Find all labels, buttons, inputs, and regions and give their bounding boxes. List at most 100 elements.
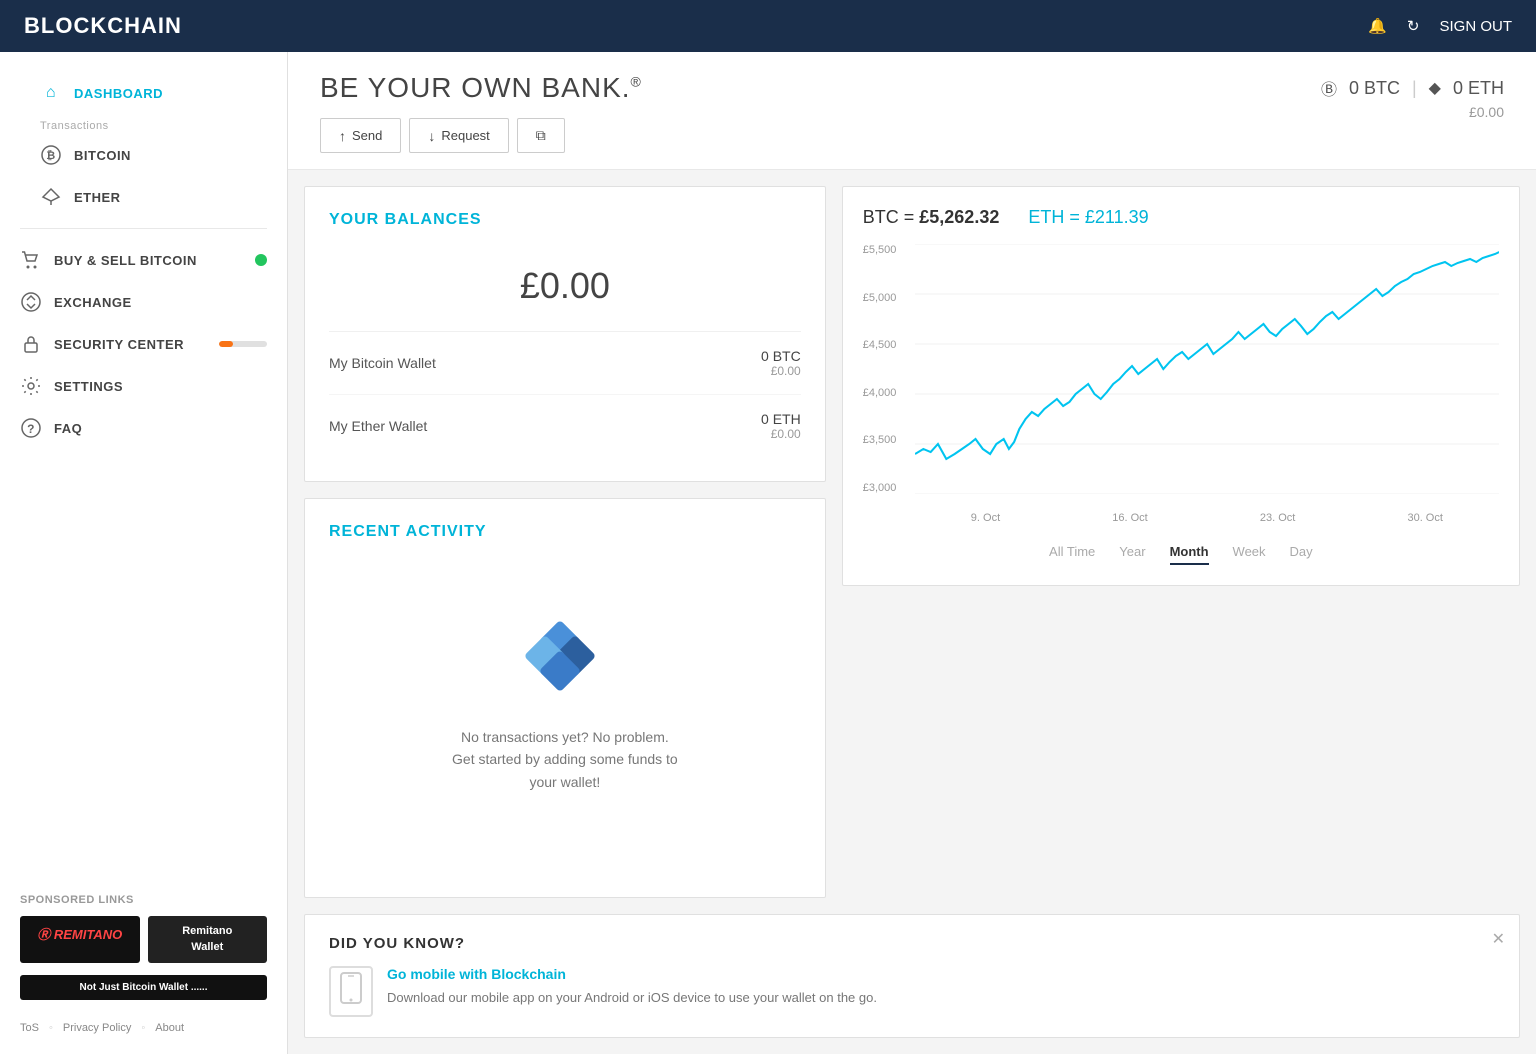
bitcoin-crypto-amount: 0 BTC: [761, 348, 801, 364]
bitcoin-fiat-amount: £0.00: [761, 364, 801, 378]
sign-out-button[interactable]: SIGN OUT: [1439, 18, 1512, 35]
about-link[interactable]: About: [155, 1022, 184, 1034]
security-progress: [219, 341, 267, 347]
tab-month[interactable]: Month: [1170, 544, 1209, 565]
empty-icon-wrap: [525, 621, 605, 706]
footer-links: ToS ◦ Privacy Policy ◦ About: [0, 1010, 287, 1034]
lock-icon: [20, 333, 42, 355]
exchange-icon: [20, 291, 42, 313]
ether-label: ETHER: [74, 190, 121, 205]
sidebar-item-faq[interactable]: ? FAQ: [0, 407, 287, 449]
exchange-label: EXCHANGE: [54, 295, 132, 310]
sidebar-item-settings[interactable]: SETTINGS: [0, 365, 287, 407]
sidebar-top: ⌂ DASHBOARD Transactions ₿ BITCOIN ETHER: [0, 52, 287, 218]
empty-activity-text: No transactions yet? No problem. Get sta…: [452, 726, 678, 793]
y-label-3000: £3,000: [863, 482, 913, 494]
tab-day[interactable]: Day: [1290, 544, 1313, 565]
dyk-row: Go mobile with Blockchain Download our m…: [329, 966, 1495, 1017]
nav-right: 🔔 ↻ SIGN OUT: [1368, 17, 1512, 35]
dyk-description: Download our mobile app on your Android …: [387, 990, 877, 1005]
send-button[interactable]: ↑ Send: [320, 118, 401, 153]
sidebar-item-buy-sell[interactable]: BUY & SELL BITCOIN: [0, 239, 287, 281]
sidebar-item-ether[interactable]: ETHER: [20, 176, 267, 218]
dyk-title: DID YOU KNOW?: [329, 935, 1495, 952]
main-header: BE YOUR OWN BANK.® ↑ Send ↓ Request ⧉: [288, 52, 1536, 170]
content-grid: YOUR BALANCES £0.00 My Bitcoin Wallet 0 …: [288, 170, 1536, 914]
tab-week[interactable]: Week: [1233, 544, 1266, 565]
security-fill: [219, 341, 233, 347]
balance-total: £0.00: [329, 249, 801, 332]
chart-y-labels: £5,500 £5,000 £4,500 £4,000 £3,500 £3,00…: [863, 244, 913, 494]
x-label-9oct: 9. Oct: [971, 512, 1000, 524]
sidebar-item-exchange[interactable]: EXCHANGE: [0, 281, 287, 323]
buy-sell-label: BUY & SELL BITCOIN: [54, 253, 197, 268]
sidebar: ⌂ DASHBOARD Transactions ₿ BITCOIN ETHER: [0, 52, 288, 1054]
svg-text:₿: ₿: [46, 150, 55, 162]
dyk-link[interactable]: Go mobile with Blockchain: [387, 966, 1495, 982]
brand-logo: BLOCKCHAIN: [24, 13, 182, 39]
chart-header: BTC = £5,262.32 ETH = £211.39: [863, 207, 1499, 228]
main-content: BE YOUR OWN BANK.® ↑ Send ↓ Request ⧉: [288, 52, 1536, 1054]
home-icon: ⌂: [40, 82, 62, 104]
request-icon: ↓: [428, 128, 435, 144]
sidebar-item-bitcoin[interactable]: ₿ BITCOIN: [20, 134, 267, 176]
ether-wallet-row: My Ether Wallet 0 ETH £0.00: [329, 395, 801, 457]
bitcoin-wallet-row: My Bitcoin Wallet 0 BTC £0.00: [329, 332, 801, 395]
sponsor-remitano-wallet-label: RemitanoWallet: [182, 925, 232, 952]
chart-card: BTC = £5,262.32 ETH = £211.39 £5,500: [842, 186, 1520, 586]
header-left: BE YOUR OWN BANK.® ↑ Send ↓ Request ⧉: [320, 72, 1321, 153]
tab-all-time[interactable]: All Time: [1049, 544, 1095, 565]
sponsor-bitcoin-wallet-label: Not Just Bitcoin Wallet ......: [80, 982, 208, 993]
tos-link[interactable]: ToS: [20, 1022, 39, 1034]
request-button[interactable]: ↓ Request: [409, 118, 508, 153]
bitcoin-wallet-name: My Bitcoin Wallet: [329, 355, 436, 371]
y-label-4500: £4,500: [863, 339, 913, 351]
y-label-4000: £4,000: [863, 387, 913, 399]
dot-2: ◦: [141, 1022, 145, 1034]
y-label-5500: £5,500: [863, 244, 913, 256]
notification-icon[interactable]: 🔔: [1368, 17, 1387, 35]
y-label-3500: £3,500: [863, 434, 913, 446]
ether-wallet-name: My Ether Wallet: [329, 418, 427, 434]
recent-activity-card: RECENT ACTIVITY No transactions yet? No …: [304, 498, 826, 898]
ether-wallet-amounts: 0 ETH £0.00: [761, 411, 801, 441]
sponsor-remitano[interactable]: Ⓡ REMITANO: [20, 916, 140, 963]
faq-icon: ?: [20, 417, 42, 439]
sidebar-item-security[interactable]: SECURITY CENTER: [0, 323, 287, 365]
sponsor-grid: Ⓡ REMITANO RemitanoWallet: [20, 916, 267, 963]
dashboard-label: DASHBOARD: [74, 86, 163, 101]
dyk-close-button[interactable]: ✕: [1492, 929, 1505, 949]
copy-button[interactable]: ⧉: [517, 118, 565, 153]
blockchain-logo-icon: [525, 621, 605, 701]
sponsor-not-just-bitcoin[interactable]: Not Just Bitcoin Wallet ......: [20, 975, 267, 1000]
btc-balance: 0 BTC: [1349, 78, 1400, 99]
sponsored-links: SPONSORED LINKS Ⓡ REMITANO RemitanoWalle…: [0, 878, 287, 1010]
balance-divider: |: [1412, 78, 1417, 99]
settings-label: SETTINGS: [54, 379, 123, 394]
sponsor-remitano-wallet[interactable]: RemitanoWallet: [148, 916, 268, 963]
transactions-label: Transactions: [20, 114, 267, 134]
y-label-5000: £5,000: [863, 292, 913, 304]
ether-crypto-amount: 0 ETH: [761, 411, 801, 427]
btc-icon: Ⓑ: [1321, 76, 1337, 100]
balances-title: YOUR BALANCES: [329, 211, 801, 229]
settings-icon: [20, 375, 42, 397]
bitcoin-label: BITCOIN: [74, 148, 131, 163]
privacy-link[interactable]: Privacy Policy: [63, 1022, 131, 1034]
fiat-balance: £0.00: [1321, 104, 1504, 120]
left-column: YOUR BALANCES £0.00 My Bitcoin Wallet 0 …: [304, 186, 826, 898]
x-axis-labels: 9. Oct 16. Oct 23. Oct 30. Oct: [915, 512, 1499, 524]
btc-price-label: BTC = £5,262.32: [863, 207, 1005, 227]
did-you-know-card: DID YOU KNOW? Go mobile with Blockchain …: [304, 914, 1520, 1038]
refresh-icon[interactable]: ↻: [1407, 17, 1420, 35]
security-track: [219, 341, 267, 347]
sidebar-item-dashboard[interactable]: ⌂ DASHBOARD: [20, 72, 267, 114]
right-column: BTC = £5,262.32 ETH = £211.39 £5,500: [842, 186, 1520, 898]
main-actions: ↑ Send ↓ Request ⧉: [320, 118, 1321, 153]
eth-price-label: ETH = £211.39: [1028, 207, 1148, 227]
copy-icon: ⧉: [536, 127, 546, 144]
tab-year[interactable]: Year: [1119, 544, 1145, 565]
balances-card: YOUR BALANCES £0.00 My Bitcoin Wallet 0 …: [304, 186, 826, 482]
faq-label: FAQ: [54, 421, 82, 436]
chart-tabs: All Time Year Month Week Day: [863, 536, 1499, 565]
